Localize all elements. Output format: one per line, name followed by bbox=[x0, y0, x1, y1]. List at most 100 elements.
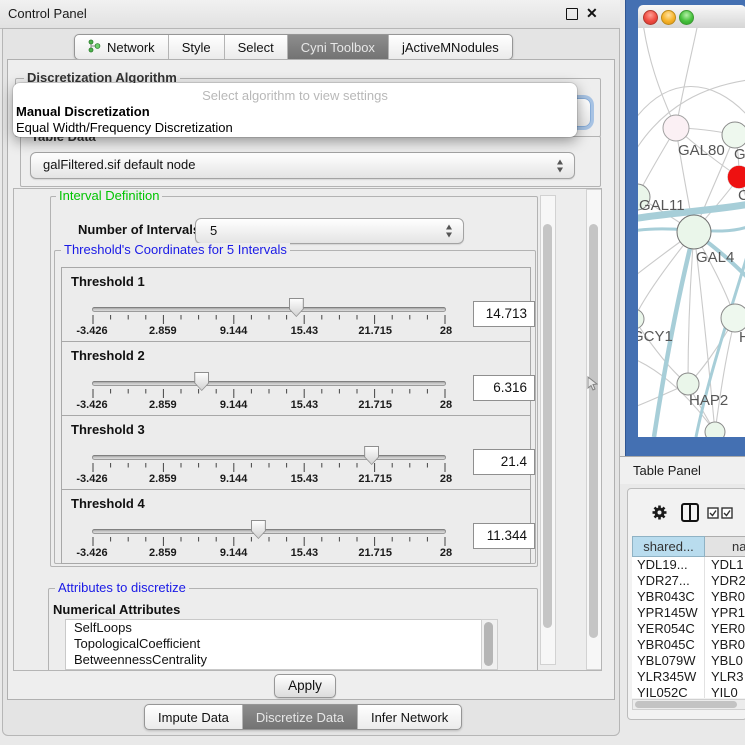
threshold-panel: Threshold 2 -3.4262.8599.14415.4321.7152… bbox=[61, 341, 531, 416]
node-red-selected[interactable] bbox=[728, 166, 745, 189]
close-icon[interactable]: ✕ bbox=[586, 5, 598, 22]
threshold-value-box[interactable]: 11.344 bbox=[473, 523, 535, 549]
column-header-name[interactable]: na bbox=[705, 536, 745, 557]
number-of-intervals-combobox[interactable]: 5 bbox=[195, 218, 464, 244]
network-window-titlebar[interactable] bbox=[638, 5, 745, 29]
tick-label: 9.144 bbox=[220, 473, 248, 485]
node-h[interactable] bbox=[721, 304, 745, 332]
node-label: C bbox=[738, 187, 745, 204]
network-window: GAL80 GA C GAL11 GAL4 GCY1 H HAP2 bbox=[625, 0, 745, 456]
table-cell: YBR045C bbox=[632, 637, 705, 653]
slider-tick-labels: -3.4262.8599.14415.4321.71528 bbox=[92, 473, 446, 485]
table-panel: shared... na YDL19...YDL1YDR27...YDR2YBR… bbox=[627, 488, 745, 720]
table-row[interactable]: YBL079WYBL0 bbox=[632, 653, 745, 669]
slider-ticks bbox=[92, 463, 446, 472]
list-scrollbar[interactable] bbox=[481, 619, 498, 670]
threshold-slider-track[interactable] bbox=[92, 307, 446, 312]
table-cell: YBR043C bbox=[632, 589, 705, 605]
tick-label: 2.859 bbox=[149, 473, 177, 485]
table-panel-titlebar: Table Panel bbox=[620, 456, 745, 484]
column-header-shared-name[interactable]: shared... bbox=[632, 536, 705, 557]
threshold-value-box[interactable]: 21.4 bbox=[473, 449, 535, 475]
tab-label: Infer Network bbox=[371, 710, 448, 725]
tab-jactivemnodules[interactable]: jActiveMNodules bbox=[389, 35, 512, 59]
tick-label: 2.859 bbox=[149, 399, 177, 411]
table-row[interactable]: YPR145WYPR1 bbox=[632, 605, 745, 621]
dropdown-option[interactable]: Equal Width/Frequency Discretization bbox=[16, 120, 233, 135]
tick-label: 9.144 bbox=[220, 325, 248, 337]
inner-scrollbar[interactable] bbox=[540, 195, 556, 665]
node-label: GAL11 bbox=[639, 197, 685, 214]
tick-label: 21.715 bbox=[358, 325, 392, 337]
attributes-title: Attributes to discretize bbox=[55, 581, 189, 594]
outer-scrollbar[interactable] bbox=[586, 189, 602, 670]
tab-style[interactable]: Style bbox=[169, 35, 225, 59]
threshold-slider-track[interactable] bbox=[92, 381, 446, 386]
table-row[interactable]: YDL19...YDL1 bbox=[632, 557, 745, 573]
tick-label: 9.144 bbox=[220, 547, 248, 559]
screen: Control Panel ✕ Network Style Select Cyn… bbox=[0, 0, 745, 745]
threshold-coordinates-title: Threshold's Coordinates for 5 Intervals bbox=[61, 243, 290, 256]
node-top-right[interactable] bbox=[722, 122, 745, 148]
tab-discretize-data[interactable]: Discretize Data bbox=[243, 705, 358, 729]
list-item[interactable]: TopologicalCoefficient bbox=[66, 636, 482, 652]
network-canvas[interactable]: GAL80 GA C GAL11 GAL4 GCY1 H HAP2 bbox=[638, 28, 745, 437]
tick-label: 2.859 bbox=[149, 325, 177, 337]
node-bottom[interactable] bbox=[705, 422, 725, 437]
threshold-panel: Threshold 3 -3.4262.8599.14415.4321.7152… bbox=[61, 415, 531, 490]
tab-network[interactable]: Network bbox=[75, 35, 169, 59]
tick-label: 2.859 bbox=[149, 547, 177, 559]
algorithm-dropdown-popup: Select algorithm to view settings Manual… bbox=[13, 83, 577, 137]
horizontal-scrollbar[interactable] bbox=[632, 699, 745, 710]
mouse-cursor bbox=[586, 376, 598, 397]
dropdown-option[interactable]: Manual Discretization bbox=[16, 104, 150, 119]
bottom-tab-bar: Impute Data Discretize Data Infer Networ… bbox=[144, 704, 462, 730]
slider-ticks bbox=[92, 537, 446, 546]
threshold-value-box[interactable]: 6.316 bbox=[473, 375, 535, 401]
select-columns-icon[interactable] bbox=[707, 506, 733, 524]
scrollbar-thumb[interactable] bbox=[589, 224, 598, 638]
float-window-icon[interactable] bbox=[566, 8, 578, 20]
table-cell: YBR0 bbox=[705, 637, 745, 653]
tab-select[interactable]: Select bbox=[225, 35, 288, 59]
gear-icon[interactable] bbox=[651, 504, 668, 526]
minimize-traffic-light-icon[interactable] bbox=[661, 10, 676, 25]
close-traffic-light-icon[interactable] bbox=[643, 10, 658, 25]
table-cell: YDR2 bbox=[705, 573, 745, 589]
tab-cyni-toolbox[interactable]: Cyni Toolbox bbox=[288, 35, 389, 59]
tab-impute-data[interactable]: Impute Data bbox=[145, 705, 243, 729]
tick-label: 15.43 bbox=[291, 399, 319, 411]
node-gal4[interactable] bbox=[677, 215, 711, 249]
table-row[interactable]: YBR045CYBR0 bbox=[632, 637, 745, 653]
node-label: GCY1 bbox=[638, 328, 673, 345]
table-row[interactable]: YBR043CYBR0 bbox=[632, 589, 745, 605]
tick-label: 28 bbox=[440, 399, 452, 411]
table-cell: YIL052C bbox=[632, 685, 705, 698]
scrollbar-thumb[interactable] bbox=[484, 622, 493, 666]
threshold-slider-track[interactable] bbox=[92, 529, 446, 534]
scrollbar-thumb[interactable] bbox=[635, 701, 737, 708]
threshold-label: Threshold 4 bbox=[71, 496, 145, 511]
table-panel-title: Table Panel bbox=[633, 457, 701, 484]
node-gcy1[interactable] bbox=[638, 309, 644, 329]
zoom-traffic-light-icon[interactable] bbox=[679, 10, 694, 25]
tick-label: -3.426 bbox=[76, 473, 107, 485]
threshold-slider-track[interactable] bbox=[92, 455, 446, 460]
table-row[interactable]: YLR345WYLR3 bbox=[632, 669, 745, 685]
table-data-combobox[interactable]: galFiltered.sif default node bbox=[30, 152, 575, 179]
table-row[interactable]: YER054CYER0 bbox=[632, 621, 745, 637]
list-item[interactable]: BetweennessCentrality bbox=[66, 652, 482, 668]
scrollbar-thumb[interactable] bbox=[543, 224, 552, 628]
table-row[interactable]: YIL052CYIL0 bbox=[632, 685, 745, 698]
apply-button[interactable]: Apply bbox=[274, 674, 336, 698]
tab-infer-network[interactable]: Infer Network bbox=[358, 705, 461, 729]
threshold-value-box[interactable]: 14.713 bbox=[473, 301, 535, 327]
node-gal80[interactable] bbox=[663, 115, 689, 141]
top-tab-bar: Network Style Select Cyni Toolbox jActiv… bbox=[74, 34, 513, 60]
list-item[interactable]: SelfLoops bbox=[66, 620, 482, 636]
split-columns-icon[interactable] bbox=[681, 503, 699, 522]
table-row[interactable]: YDR27...YDR2 bbox=[632, 573, 745, 589]
slider-tick-labels: -3.4262.8599.14415.4321.71528 bbox=[92, 325, 446, 337]
slider-tick-labels: -3.4262.8599.14415.4321.71528 bbox=[92, 399, 446, 411]
numerical-attributes-heading: Numerical Attributes bbox=[53, 602, 180, 617]
